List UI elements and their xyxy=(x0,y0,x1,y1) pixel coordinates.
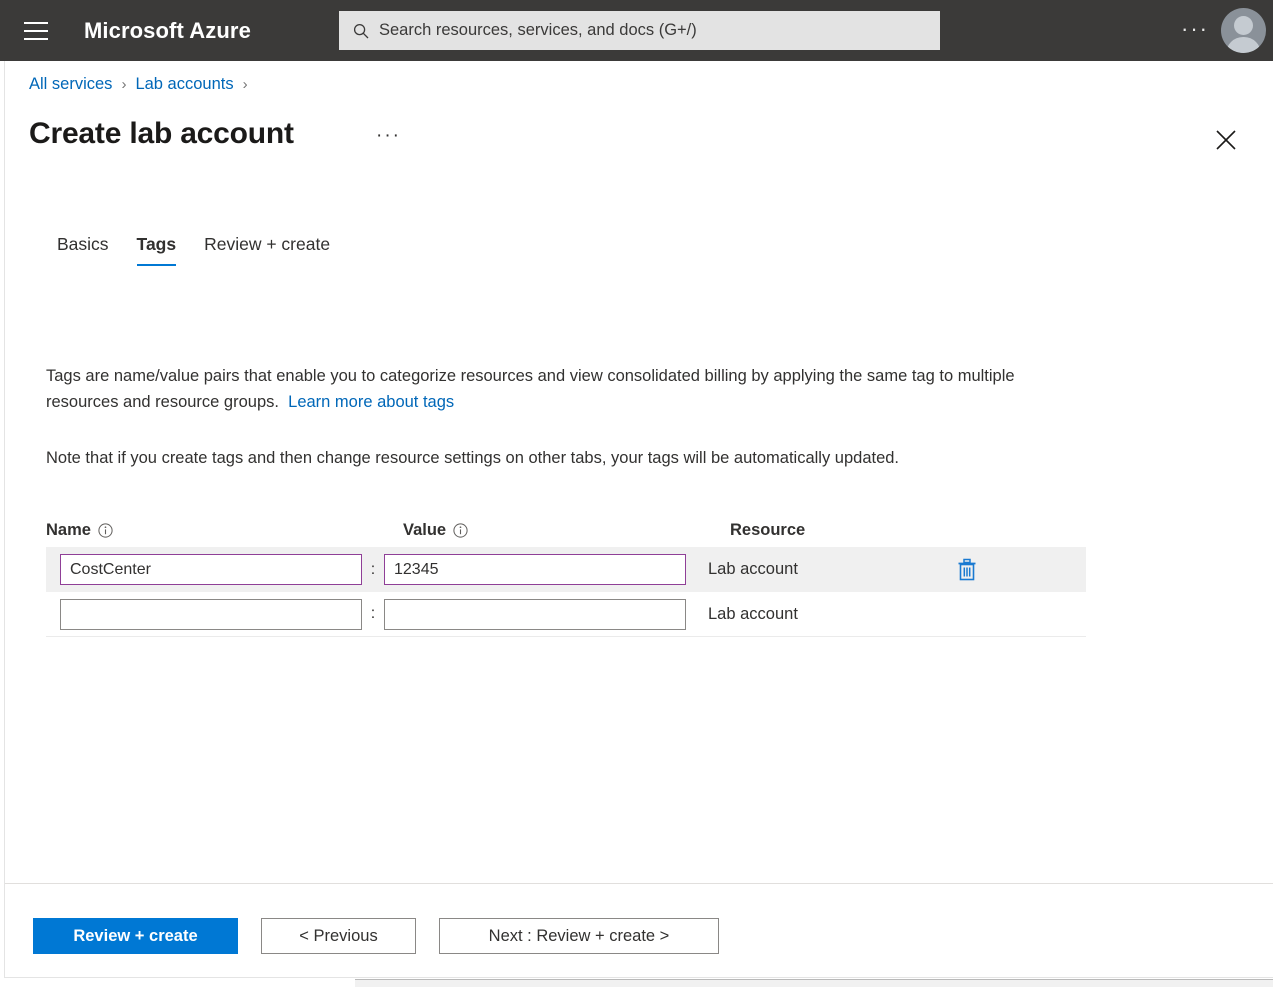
column-header-value: Value xyxy=(403,521,730,540)
topbar-more-icon[interactable]: ··· xyxy=(1181,20,1209,38)
create-lab-account-blade: All services › Lab accounts › Create lab… xyxy=(4,61,1273,978)
column-header-name: Name xyxy=(46,521,403,540)
breadcrumb-separator-icon-2: › xyxy=(243,76,248,93)
info-icon-value[interactable] xyxy=(453,523,468,538)
tab-basics[interactable]: Basics xyxy=(43,234,123,266)
table-row: : Lab account xyxy=(46,592,1086,637)
user-avatar[interactable] xyxy=(1221,8,1266,53)
tag-value-input-2[interactable] xyxy=(384,599,686,630)
column-header-name-label: Name xyxy=(46,521,91,540)
previous-button[interactable]: < Previous xyxy=(261,918,416,954)
wizard-footer: Review + create < Previous Next : Review… xyxy=(33,918,719,954)
delete-icon[interactable] xyxy=(956,558,978,582)
tags-description: Tags are name/value pairs that enable yo… xyxy=(46,363,1066,415)
breadcrumb-item-lab-accounts[interactable]: Lab accounts xyxy=(135,75,233,94)
tag-separator-2: : xyxy=(362,605,384,623)
horizontal-scrollbar[interactable] xyxy=(355,979,1273,987)
tag-separator: : xyxy=(362,561,384,579)
blade-bottom-edge xyxy=(4,977,1273,978)
review-create-button[interactable]: Review + create xyxy=(33,918,238,954)
tag-value-input-1[interactable] xyxy=(384,554,686,585)
tags-table: Name Value xyxy=(46,513,1086,637)
breadcrumb-separator-icon: › xyxy=(121,76,126,93)
avatar-body-icon xyxy=(1226,37,1261,53)
search-input-placeholder: Search resources, services, and docs (G+… xyxy=(379,21,697,40)
footer-divider xyxy=(5,883,1273,884)
breadcrumb: All services › Lab accounts › xyxy=(29,75,248,94)
table-row: : Lab account xyxy=(46,547,1086,592)
next-review-create-button[interactable]: Next : Review + create > xyxy=(439,918,719,954)
column-header-resource: Resource xyxy=(730,521,970,540)
tag-resource-label-1: Lab account xyxy=(708,560,956,579)
info-icon[interactable] xyxy=(98,523,113,538)
tags-table-header: Name Value xyxy=(46,513,1086,547)
column-header-value-label: Value xyxy=(403,521,446,540)
azure-top-bar: Microsoft Azure Search resources, servic… xyxy=(0,0,1273,61)
tags-note: Note that if you create tags and then ch… xyxy=(46,446,1076,470)
search-icon xyxy=(353,23,369,39)
tag-name-input-2[interactable] xyxy=(60,599,362,630)
wizard-tabs: Basics Tags Review + create xyxy=(43,234,344,266)
tag-name-input-1[interactable] xyxy=(60,554,362,585)
avatar-head-icon xyxy=(1234,16,1253,35)
learn-more-about-tags-link[interactable]: Learn more about tags xyxy=(288,393,454,411)
hamburger-menu-icon[interactable] xyxy=(24,22,48,40)
close-icon[interactable] xyxy=(1213,127,1239,153)
page-title: Create lab account xyxy=(29,117,294,151)
global-search-box[interactable]: Search resources, services, and docs (G+… xyxy=(339,11,940,50)
azure-brand-title[interactable]: Microsoft Azure xyxy=(84,18,251,44)
tags-description-text: Tags are name/value pairs that enable yo… xyxy=(46,367,1015,411)
page-more-actions-icon[interactable]: ··· xyxy=(376,129,401,143)
tab-tags[interactable]: Tags xyxy=(123,234,191,266)
tag-resource-label-2: Lab account xyxy=(708,605,956,624)
tab-review-create[interactable]: Review + create xyxy=(190,234,344,266)
breadcrumb-item-all-services[interactable]: All services xyxy=(29,75,112,94)
